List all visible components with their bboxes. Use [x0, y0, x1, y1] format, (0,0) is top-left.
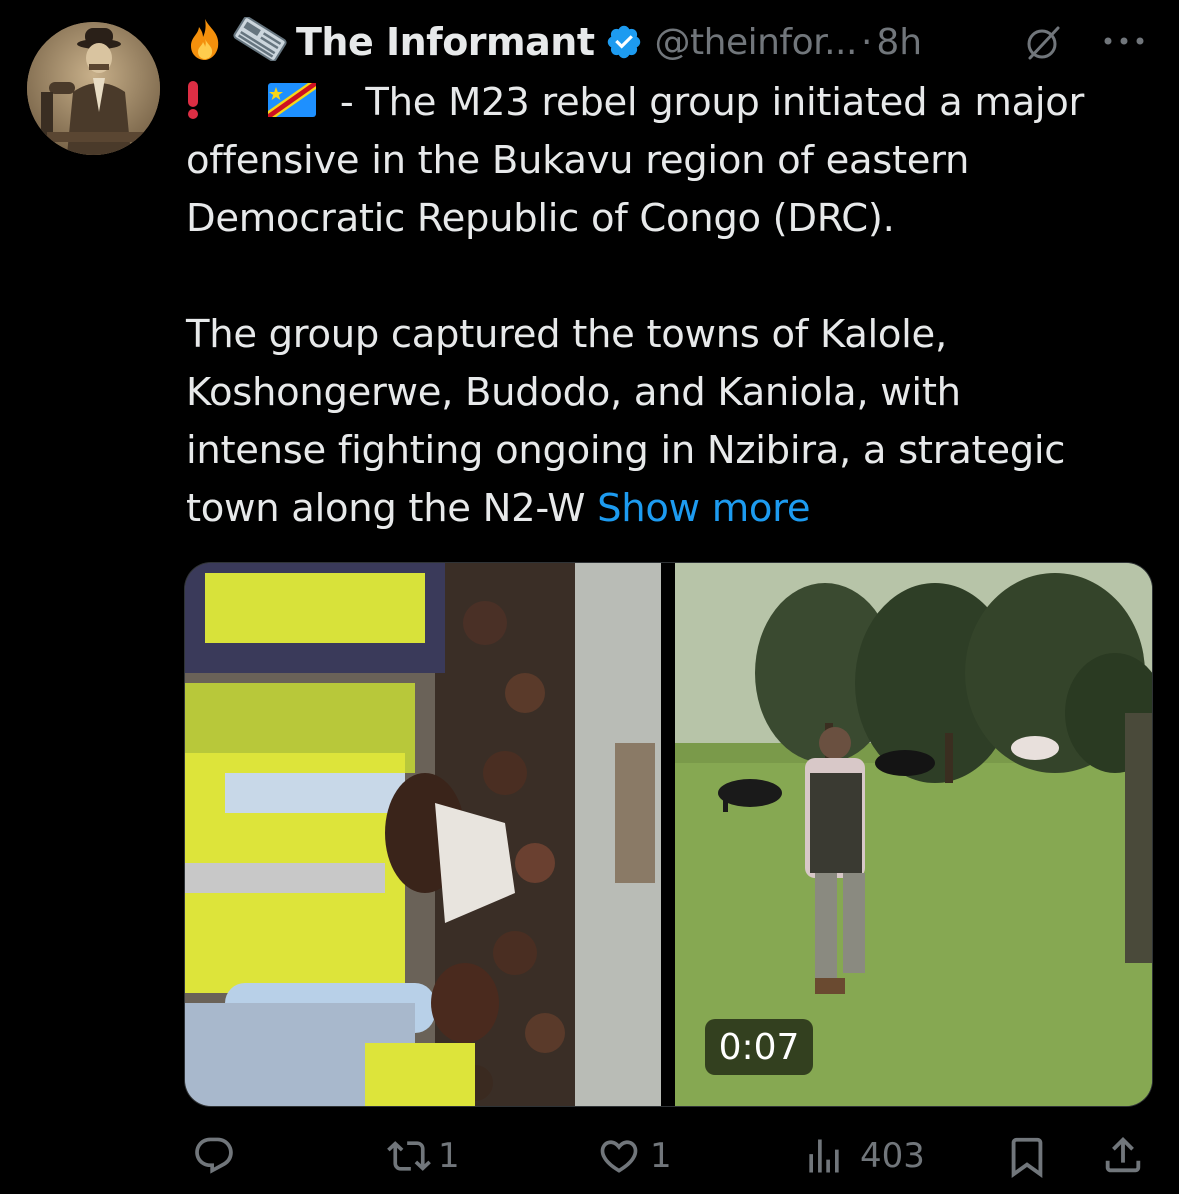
- tweet-text: - The M23 rebel group initiated a major …: [186, 74, 1146, 538]
- media-image-crowd[interactable]: [185, 563, 661, 1106]
- tweet-line-3: Democratic Republic of Congo (DRC).: [186, 196, 895, 241]
- more-icon[interactable]: [1100, 26, 1148, 56]
- separator-dot: ·: [860, 21, 873, 63]
- views-icon: [809, 1139, 839, 1173]
- avatar[interactable]: [27, 22, 160, 155]
- reply-button[interactable]: [192, 1134, 244, 1178]
- exclamation-emoji: [186, 78, 216, 136]
- fire-emoji: [186, 17, 224, 67]
- tweet-line-1: - The M23 rebel group initiated a major: [186, 74, 1146, 132]
- like-count: 1: [650, 1136, 672, 1176]
- tweet-line-7: intense fighting ongoing in Nzibira, a s…: [186, 428, 1066, 473]
- tweet-header: The Informant @theinfor... · 8h: [186, 14, 922, 70]
- bookmark-button[interactable]: [1004, 1134, 1050, 1180]
- tweet-line-2: offensive in the Bukavu region of easter…: [186, 138, 970, 183]
- share-icon: [1105, 1136, 1141, 1173]
- timestamp[interactable]: 8h: [876, 22, 922, 63]
- verified-badge-icon: [607, 25, 640, 59]
- views-button[interactable]: 403: [802, 1134, 925, 1178]
- like-button[interactable]: 1: [596, 1134, 672, 1178]
- repost-count: 1: [438, 1136, 460, 1176]
- tweet-line-text: - The M23 rebel group initiated a major: [339, 80, 1085, 125]
- share-button[interactable]: [1100, 1132, 1146, 1178]
- media-grid[interactable]: [185, 563, 1152, 1106]
- tweet-line-6: Koshongerwe, Budodo, and Kaniola, with: [186, 370, 961, 415]
- video-duration-badge: 0:07: [705, 1019, 813, 1075]
- action-bar: 1 1 403: [0, 1120, 1179, 1194]
- repost-button[interactable]: 1: [386, 1134, 460, 1178]
- drc-flag-emoji: [267, 76, 320, 134]
- tweet-line-5: The group captured the towns of Kalole,: [186, 312, 947, 357]
- avatar-image: [27, 22, 160, 155]
- bookmark-icon: [1011, 1137, 1043, 1178]
- newspaper-emoji: [230, 16, 290, 67]
- show-more-link[interactable]: Show more: [597, 486, 810, 531]
- author-handle[interactable]: @theinfor...: [655, 22, 858, 63]
- repost-icon: [387, 1141, 431, 1171]
- views-count: 403: [860, 1136, 925, 1176]
- tweet-line-text: town along the N2-W: [186, 486, 586, 531]
- grok-icon[interactable]: [1022, 24, 1062, 64]
- author-name[interactable]: The Informant: [296, 20, 595, 64]
- heart-icon: [600, 1140, 638, 1173]
- tweet-line-8: town along the N2-W Show more: [186, 480, 1146, 538]
- reply-icon: [195, 1137, 233, 1174]
